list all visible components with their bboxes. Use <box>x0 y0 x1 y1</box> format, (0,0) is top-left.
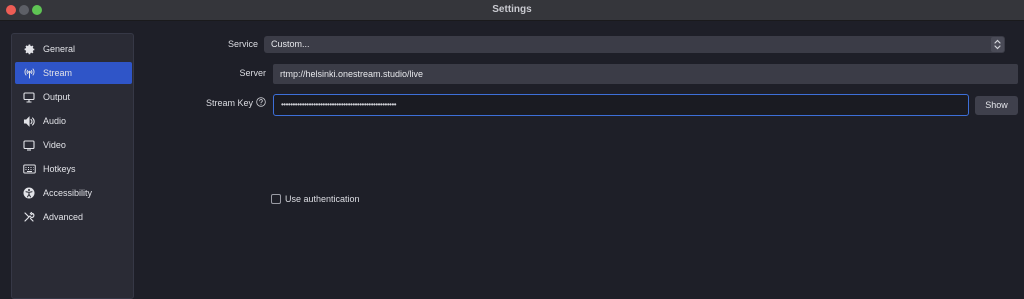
stream-key-input[interactable]: ••••••••••••••••••••••••••••••••••••••••… <box>273 94 969 116</box>
keyboard-icon <box>22 162 36 176</box>
tools-icon <box>22 210 36 224</box>
settings-sidebar: General Stream Output Audio Video Hotkey… <box>11 33 134 299</box>
sidebar-item-output[interactable]: Output <box>15 86 132 108</box>
chevron-up-down-icon <box>991 37 1004 52</box>
title-bar: Settings <box>0 0 1024 21</box>
sidebar-item-audio[interactable]: Audio <box>15 110 132 132</box>
window-title: Settings <box>492 4 532 15</box>
sidebar-item-label: Audio <box>43 116 67 126</box>
use-authentication-label[interactable]: Use authentication <box>285 194 360 204</box>
output-icon <box>22 90 36 104</box>
help-icon[interactable] <box>256 97 266 107</box>
use-authentication-checkbox[interactable] <box>271 194 281 204</box>
sidebar-item-label: Hotkeys <box>43 164 76 174</box>
gear-icon <box>22 42 36 56</box>
server-label: Server <box>239 68 266 78</box>
service-value: Custom... <box>271 39 310 49</box>
stream-key-label: Stream Key <box>205 98 253 108</box>
sidebar-item-stream[interactable]: Stream <box>15 62 132 84</box>
sidebar-item-label: Advanced <box>43 212 84 222</box>
sidebar-item-label: Video <box>43 140 66 150</box>
sidebar-item-accessibility[interactable]: Accessibility <box>15 182 132 204</box>
speaker-icon <box>22 114 36 128</box>
server-input[interactable]: rtmp://helsinki.onestream.studio/live <box>273 64 1018 84</box>
sidebar-item-video[interactable]: Video <box>15 134 132 156</box>
sidebar-item-label: Stream <box>43 68 73 78</box>
monitor-icon <box>22 138 36 152</box>
broadcast-antenna-icon <box>22 66 36 80</box>
sidebar-item-hotkeys[interactable]: Hotkeys <box>15 158 132 180</box>
sidebar-item-advanced[interactable]: Advanced <box>15 206 132 228</box>
sidebar-item-label: General <box>43 44 76 54</box>
sidebar-item-label: Output <box>43 92 71 102</box>
sidebar-item-general[interactable]: General <box>15 38 132 60</box>
sidebar-item-label: Accessibility <box>43 188 93 198</box>
service-select[interactable]: Custom... <box>264 36 1005 53</box>
service-label: Service <box>227 39 258 49</box>
show-key-button[interactable]: Show <box>975 96 1018 115</box>
accessibility-icon <box>22 186 36 200</box>
